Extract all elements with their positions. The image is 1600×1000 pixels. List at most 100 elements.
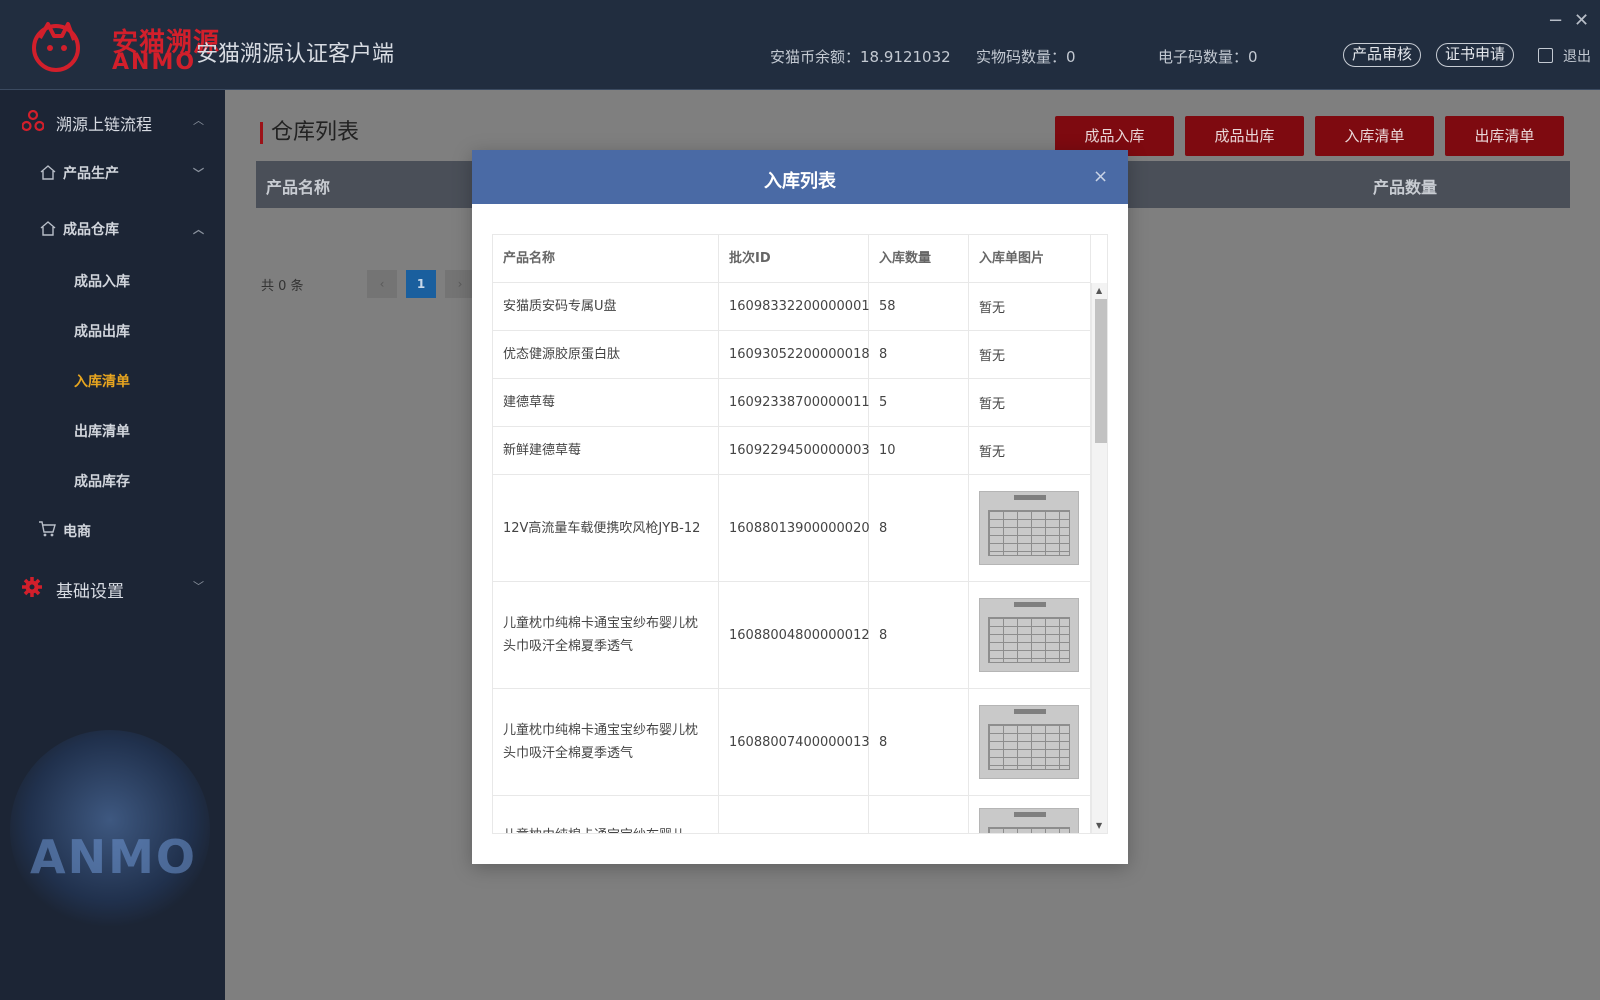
stock-in-list-button[interactable]: 入库清单 — [1315, 116, 1434, 156]
sidebar-item-label: 入库清单 — [74, 374, 130, 390]
chevron-up-icon: ︿ — [193, 223, 204, 236]
table-row[interactable]: 儿童枕巾纯棉卡通宝宝纱布婴儿 — [493, 796, 1091, 833]
pagination-next-button[interactable]: › — [445, 270, 475, 298]
sidebar-item-stock-in[interactable]: 成品入库 — [0, 271, 225, 303]
cell-product-name: 儿童枕巾纯棉卡通宝宝纱布婴儿枕头巾吸汗全棉夏季透气 — [493, 689, 719, 795]
sidebar-item-stock-out-list[interactable]: 出库清单 — [0, 421, 225, 453]
column-stock-in-quantity: 入库数量 — [869, 235, 969, 283]
sidebar-item-ecommerce[interactable]: 电商 — [0, 521, 225, 553]
table-row[interactable]: 新鲜建德草莓 16092294500000003 10 暂无 — [493, 427, 1091, 475]
cell-product-name: 优态健源胶原蛋白肽 — [493, 331, 719, 378]
table-row[interactable]: 儿童枕巾纯棉卡通宝宝纱布婴儿枕头巾吸汗全棉夏季透气 16088007400000… — [493, 689, 1091, 796]
stock-in-table: 产品名称 批次ID 入库数量 入库单图片 安猫质安码专属U盘 160983322… — [492, 234, 1108, 834]
stock-in-receipt-thumbnail[interactable] — [979, 491, 1079, 565]
cell-batch-id: 16088013900000020 — [719, 475, 870, 581]
cell-batch-id: 16092338700000011 — [719, 379, 870, 426]
logout-button[interactable]: 退出 — [1563, 46, 1591, 66]
sidebar-item-label: 成品库存 — [74, 474, 130, 490]
chevron-down-icon: ﹀ — [193, 167, 204, 180]
table-row[interactable]: 儿童枕巾纯棉卡通宝宝纱布婴儿枕头巾吸汗全棉夏季透气 16088004800000… — [493, 582, 1091, 689]
cell-quantity: 8 — [869, 689, 969, 795]
cell-product-name: 安猫质安码专属U盘 — [493, 283, 719, 330]
sidebar-item-label: 基础设置 — [56, 582, 124, 602]
home-icon — [40, 165, 56, 180]
sidebar-item-inventory[interactable]: 成品库存 — [0, 471, 225, 503]
table-row[interactable]: 建德草莓 16092338700000011 5 暂无 — [493, 379, 1091, 427]
sidebar-item-stock-in-list[interactable]: 入库清单 — [0, 371, 225, 403]
page-title: 仓库列表 — [260, 122, 359, 144]
cell-quantity: 5 — [869, 379, 969, 426]
sidebar-item-label: 电商 — [63, 524, 91, 540]
table-row[interactable]: 优态健源胶原蛋白肽 16093052200000018 8 暂无 — [493, 331, 1091, 379]
cell-product-name: 新鲜建德草莓 — [493, 427, 719, 474]
sidebar-item-warehouse[interactable]: 成品仓库 ︿ — [0, 219, 225, 255]
chevron-down-icon: ﹀ — [193, 580, 204, 593]
minimize-button[interactable]: − — [1548, 12, 1563, 30]
gear-icon — [22, 577, 42, 597]
scrollbar-thumb[interactable] — [1095, 299, 1107, 443]
sidebar-item-label: 产品生产 — [63, 166, 119, 182]
sidebar-item-label: 成品入库 — [74, 274, 130, 290]
anmo-logo: 安猫溯源 ANMO — [28, 18, 219, 75]
logout-icon[interactable] — [1538, 48, 1553, 63]
stock-in-receipt-thumbnail[interactable] — [979, 598, 1079, 672]
column-product-name: 产品名称 — [266, 178, 331, 197]
stock-in-receipt-thumbnail[interactable] — [979, 705, 1079, 779]
cell-batch-id — [719, 796, 869, 833]
cell-image: 暂无 — [969, 283, 1091, 330]
cell-batch-id: 16088007400000013 — [719, 689, 870, 795]
table-row[interactable]: 12V高流量车载便携吹风枪JYB-12 16088013900000020 8 — [493, 475, 1091, 582]
cell-image: 暂无 — [969, 427, 1091, 474]
physical-code-count: 实物码数量：0 — [976, 48, 1076, 66]
scroll-up-icon[interactable]: ▲ — [1096, 286, 1102, 295]
cell-product-name: 12V高流量车载便携吹风枪JYB-12 — [493, 475, 719, 581]
pagination-total: 共 0 条 — [261, 279, 304, 294]
home-icon — [40, 221, 56, 236]
sidebar-item-label: 成品仓库 — [63, 222, 119, 238]
sidebar-item-trace-process[interactable]: 溯源上链流程 ︿ — [0, 110, 225, 150]
cell-image — [969, 689, 1091, 795]
cart-icon — [39, 521, 56, 537]
cell-quantity: 8 — [869, 475, 969, 581]
pagination-page-1[interactable]: 1 — [406, 270, 436, 298]
stock-out-button[interactable]: 成品出库 — [1185, 116, 1304, 156]
certificate-apply-button[interactable]: 证书申请 — [1436, 43, 1515, 67]
scroll-down-icon[interactable]: ▼ — [1096, 821, 1102, 830]
sidebar-item-production[interactable]: 产品生产 ﹀ — [0, 163, 225, 199]
sidebar-item-label: 出库清单 — [74, 424, 130, 440]
electronic-code-count: 电子码数量：0 — [1158, 48, 1258, 66]
cell-product-name: 儿童枕巾纯棉卡通宝宝纱布婴儿 — [493, 796, 719, 833]
cell-batch-id: 16093052200000018 — [719, 331, 870, 378]
cell-image: 暂无 — [969, 331, 1091, 378]
cell-batch-id: 16088004800000012 — [719, 582, 870, 688]
modal-header: 入库列表 × — [472, 150, 1128, 204]
sidebar: ANMO 溯源上链流程 ︿ 产品生产 ﹀ 成品仓库 ︿ 成品入库 成品出库 入库… — [0, 90, 225, 1000]
close-window-button[interactable]: ✕ — [1574, 12, 1589, 30]
sidebar-item-label: 成品出库 — [74, 324, 130, 340]
sidebar-item-stock-out[interactable]: 成品出库 — [0, 321, 225, 353]
sidebar-item-basic-settings[interactable]: 基础设置 ﹀ — [0, 576, 225, 612]
app-title: 安猫溯源认证客户端 — [196, 42, 395, 67]
chevron-up-icon: ︿ — [193, 114, 204, 127]
product-audit-button[interactable]: 产品审核 — [1343, 43, 1422, 67]
cell-quantity: 10 — [869, 427, 969, 474]
modal-close-icon[interactable]: × — [1093, 168, 1108, 186]
pagination-prev-button[interactable]: ‹ — [367, 270, 397, 298]
column-product-quantity: 产品数量 — [1373, 178, 1438, 197]
sidebar-watermark: ANMO — [30, 830, 197, 884]
cell-batch-id: 16098332200000001 — [719, 283, 870, 330]
logo-en-text: ANMO — [112, 50, 197, 75]
cell-quantity — [869, 796, 969, 833]
cell-product-name: 建德草莓 — [493, 379, 719, 426]
stock-out-list-button[interactable]: 出库清单 — [1445, 116, 1564, 156]
table-row[interactable]: 安猫质安码专属U盘 16098332200000001 58 暂无 — [493, 283, 1091, 331]
top-bar: 安猫溯源 ANMO 安猫溯源认证客户端 安猫币余额：18.9121032 实物码… — [0, 0, 1600, 90]
cell-quantity: 58 — [869, 283, 969, 330]
cell-quantity: 8 — [869, 582, 969, 688]
cell-quantity: 8 — [869, 331, 969, 378]
network-icon — [22, 110, 44, 132]
cell-batch-id: 16092294500000003 — [719, 427, 870, 474]
table-scrollbar[interactable]: ▲ ▼ — [1091, 283, 1107, 833]
stock-in-receipt-thumbnail[interactable] — [979, 808, 1079, 833]
cell-image: 暂无 — [969, 379, 1091, 426]
